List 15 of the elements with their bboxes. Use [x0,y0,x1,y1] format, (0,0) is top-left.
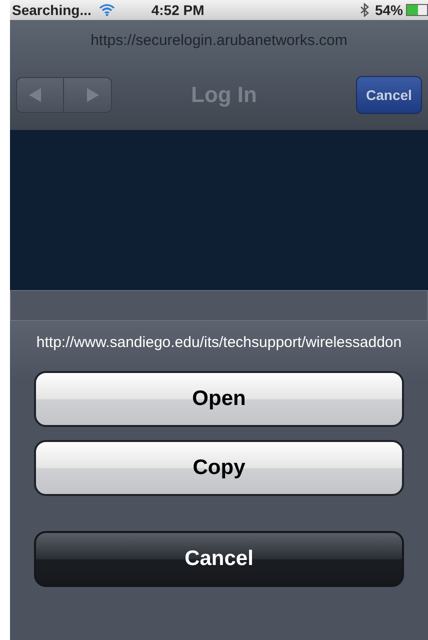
back-forward-control[interactable] [16,77,112,113]
url-text: https://securelogin.arubanetworks.com [90,31,348,51]
action-button[interactable]: Copy [34,440,404,496]
back-arrow-icon[interactable] [28,87,42,103]
action-button[interactable]: Open [34,371,404,427]
bluetooth-icon [360,3,369,17]
cancel-button[interactable]: Cancel [356,76,422,114]
link-url-text: http://www.sandiego.edu/its/techsupport/wirelessaddon [35,333,403,353]
forward-arrow-icon[interactable] [86,87,100,103]
action-button[interactable]: Cancel [34,531,404,587]
battery-icon [406,4,428,16]
battery-percent: 54% [374,2,403,18]
carrier-text: Searching... [12,2,92,18]
wifi-icon [99,4,116,16]
time-text: 4:52 PM [151,2,204,18]
